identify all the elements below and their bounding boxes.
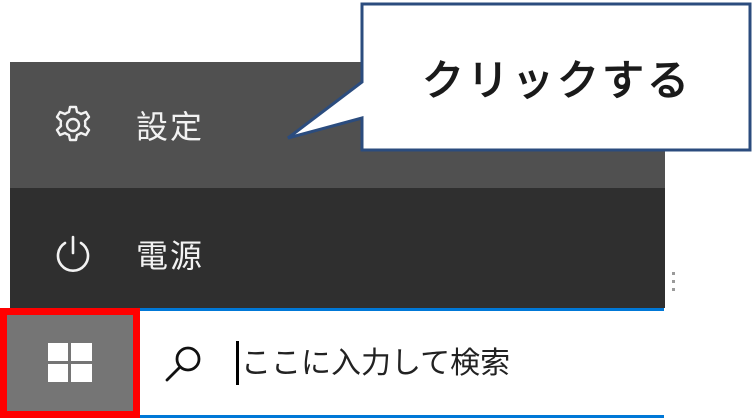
taskbar (0, 308, 754, 418)
power-label: 電源 (136, 237, 205, 275)
callout-text: クリックする (421, 55, 692, 105)
search-icon (165, 346, 201, 382)
windows-logo-icon (48, 343, 92, 382)
power-icon (50, 231, 96, 277)
text-caret (236, 341, 239, 385)
scroll-indicator (672, 272, 675, 291)
search-box[interactable] (140, 308, 664, 418)
start-button[interactable] (0, 308, 140, 418)
gear-icon (50, 102, 96, 148)
start-menu-item-power[interactable]: 電源 (10, 188, 665, 308)
settings-label: 設定 (136, 108, 205, 146)
search-input[interactable] (241, 345, 621, 381)
